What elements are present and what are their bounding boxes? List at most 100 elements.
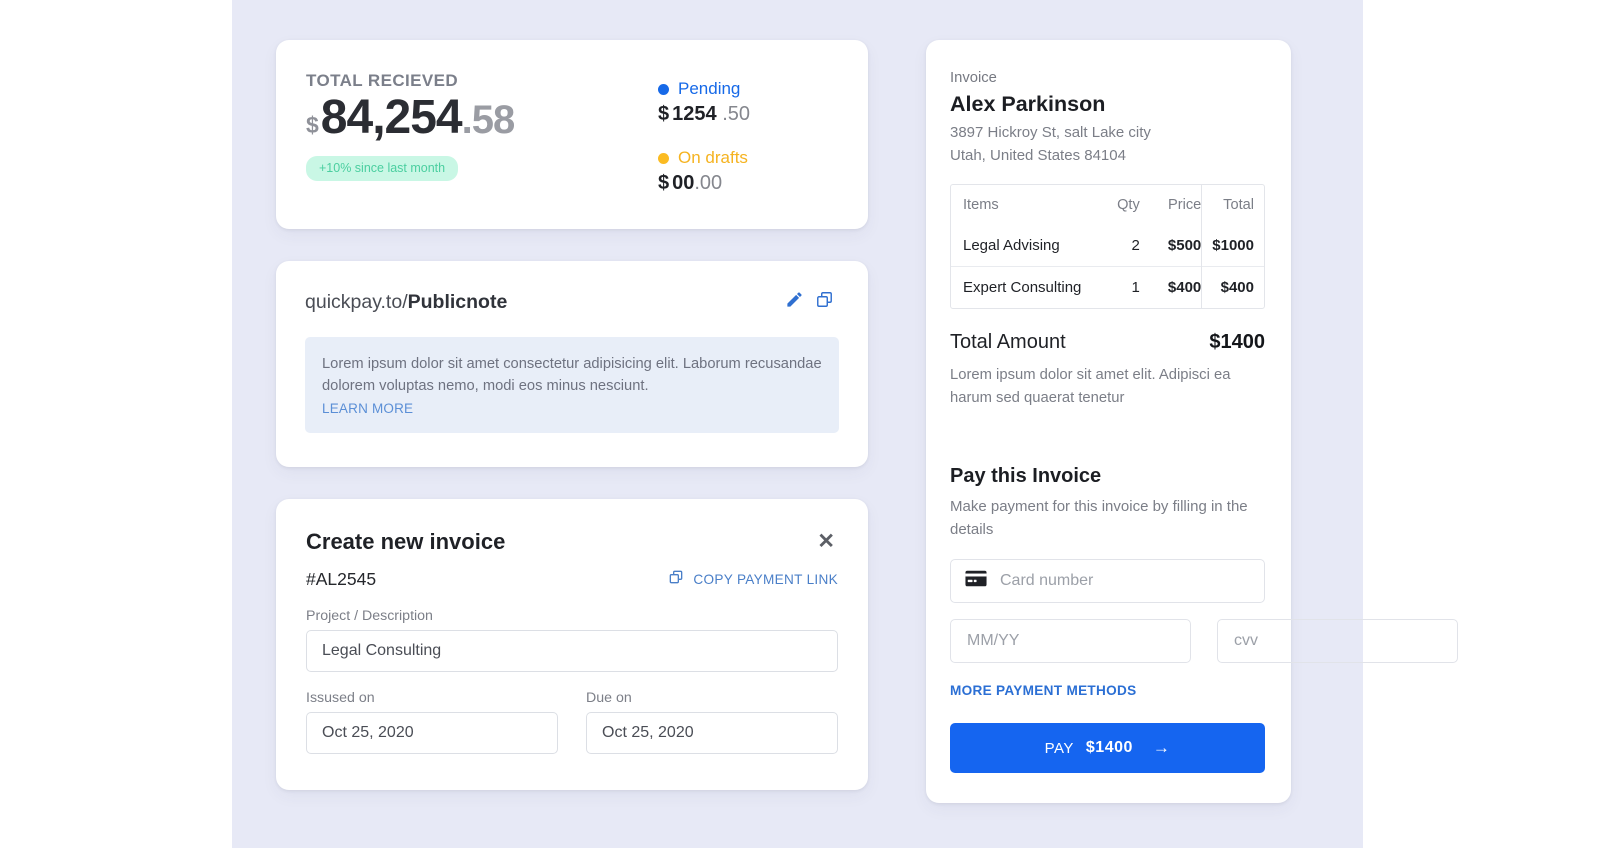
- invoice-number: #AL2545: [306, 569, 668, 590]
- stat-on-drafts: On drafts $00.00: [658, 148, 838, 195]
- invoice-dates-row: Issused on Due on: [306, 672, 838, 754]
- copy-payment-link-button[interactable]: COPY PAYMENT LINK: [668, 569, 838, 590]
- public-note-url: quickpay.to/Publicnote: [305, 291, 779, 314]
- column-header-price: Price: [1140, 185, 1202, 225]
- copy-icon: [668, 569, 684, 590]
- pay-button-label: PAY: [1045, 740, 1074, 757]
- status-stats: Pending $1254 .50 On drafts $00.00: [658, 71, 838, 195]
- invoice-total-label: Total Amount: [950, 331, 1209, 354]
- currency-symbol: $: [306, 112, 319, 139]
- row-item-qty: 1: [1094, 266, 1140, 308]
- stat-drafts-major: 00: [672, 172, 694, 194]
- table-row: Legal Advising 2 $500 $1000: [951, 225, 1264, 267]
- pay-button[interactable]: PAY $1400 →: [950, 723, 1265, 773]
- close-icon[interactable]: ✕: [814, 529, 838, 554]
- create-invoice-card: Create new invoice ✕ #AL2545 COPY PAYMEN…: [276, 499, 868, 790]
- cvv-field[interactable]: [1217, 619, 1458, 663]
- invoice-total-value: $1400: [1209, 331, 1265, 354]
- card-number-input[interactable]: [1000, 572, 1250, 590]
- table-header-row: Items Qty Price Total: [951, 185, 1264, 225]
- copy-note-button[interactable]: [809, 287, 839, 317]
- public-note-body-box: Lorem ipsum dolor sit amet consectetur a…: [305, 337, 839, 433]
- total-received-main: TOTAL RECIEVED $ 84,254 .58 +10% since l…: [306, 71, 658, 195]
- pencil-icon: [785, 290, 804, 314]
- table-row: Expert Consulting 1 $400 $400: [951, 266, 1264, 308]
- invoice-total-row: Total Amount $1400: [950, 331, 1265, 354]
- project-description-label: Project / Description: [306, 608, 838, 624]
- stat-pending-value: $1254 .50: [658, 103, 838, 126]
- due-on-label: Due on: [586, 690, 838, 706]
- total-received-label: TOTAL RECIEVED: [306, 71, 658, 91]
- stat-on-drafts-head: On drafts: [658, 148, 838, 168]
- stat-pending-head: Pending: [658, 79, 838, 99]
- invoice-client-name: Alex Parkinson: [950, 92, 1265, 117]
- cvv-input[interactable]: [1234, 632, 1441, 650]
- row-item-name: Expert Consulting: [951, 266, 1094, 308]
- amount-decimal: .58: [462, 98, 515, 143]
- invoice-total-note: Lorem ipsum dolor sit amet elit. Adipisc…: [950, 364, 1265, 410]
- pending-dot-icon: [658, 84, 669, 95]
- invoice-panel: Invoice Alex Parkinson 3897 Hickroy St, …: [926, 40, 1291, 803]
- due-on-group: Due on: [586, 672, 838, 754]
- expiry-input[interactable]: [967, 632, 1174, 650]
- invoice-address-line2: Utah, United States 84104: [950, 145, 1265, 168]
- row-item-name: Legal Advising: [951, 225, 1094, 267]
- row-item-price: $400: [1140, 266, 1202, 308]
- invoice-items-head: Items Qty Price Total: [951, 185, 1264, 225]
- learn-more-link[interactable]: LEARN MORE: [322, 401, 413, 416]
- invoice-items-body: Legal Advising 2 $500 $1000 Expert Consu…: [951, 225, 1264, 308]
- project-description-input[interactable]: [306, 630, 838, 672]
- right-column: Invoice Alex Parkinson 3897 Hickroy St, …: [926, 40, 1291, 848]
- card-extra-row: [950, 619, 1265, 663]
- page-layout: TOTAL RECIEVED $ 84,254 .58 +10% since l…: [232, 0, 1363, 848]
- left-column: TOTAL RECIEVED $ 84,254 .58 +10% since l…: [276, 40, 868, 848]
- pay-invoice-description: Make payment for this invoice by filling…: [950, 496, 1265, 541]
- pay-button-amount: $1400: [1086, 739, 1133, 757]
- stat-pending-minor: .50: [722, 103, 750, 125]
- due-on-input[interactable]: [586, 712, 838, 754]
- create-invoice-subheader: #AL2545 COPY PAYMENT LINK: [306, 569, 838, 590]
- invoice-items-table: Items Qty Price Total Legal Advising 2 $…: [951, 185, 1264, 308]
- card-number-field[interactable]: [950, 559, 1265, 603]
- pay-invoice-title: Pay this Invoice: [950, 465, 1265, 488]
- row-item-price: $500: [1140, 225, 1202, 267]
- stat-pending-label: Pending: [678, 79, 740, 99]
- invoice-items-table-wrapper: Items Qty Price Total Legal Advising 2 $…: [950, 184, 1265, 309]
- column-header-total: Total: [1202, 185, 1264, 225]
- more-payment-methods-link[interactable]: MORE PAYMENT METHODS: [950, 683, 1137, 698]
- public-note-url-slug: Publicnote: [408, 291, 508, 313]
- copy-icon: [815, 290, 834, 314]
- row-item-qty: 2: [1094, 225, 1140, 267]
- issued-on-label: Issused on: [306, 690, 558, 706]
- stat-on-drafts-label: On drafts: [678, 148, 748, 168]
- stat-on-drafts-value: $00.00: [658, 172, 838, 195]
- issued-on-input[interactable]: [306, 712, 558, 754]
- expiry-field[interactable]: [950, 619, 1191, 663]
- credit-card-icon: [965, 570, 987, 592]
- public-note-card: quickpay.to/Publicnote: [276, 261, 868, 467]
- public-note-header: quickpay.to/Publicnote: [305, 287, 839, 317]
- column-header-items: Items: [951, 185, 1094, 225]
- issued-on-group: Issused on: [306, 672, 558, 754]
- growth-badge: +10% since last month: [306, 156, 458, 181]
- invoice-kicker: Invoice: [950, 70, 1265, 86]
- copy-payment-link-label: COPY PAYMENT LINK: [693, 572, 838, 587]
- row-item-total: $1000: [1202, 225, 1264, 267]
- stat-drafts-currency: $: [658, 172, 669, 194]
- stat-pending-currency: $: [658, 103, 669, 125]
- stat-drafts-minor: .00: [694, 172, 722, 194]
- stat-pending-major: 1254: [672, 103, 717, 125]
- public-note-text: Lorem ipsum dolor sit amet consectetur a…: [322, 353, 822, 398]
- drafts-dot-icon: [658, 153, 669, 164]
- create-invoice-title: Create new invoice: [306, 529, 814, 555]
- edit-note-button[interactable]: [779, 287, 809, 317]
- invoice-address-line1: 3897 Hickroy St, salt Lake city: [950, 122, 1265, 145]
- arrow-right-icon: →: [1153, 738, 1171, 758]
- row-item-total: $400: [1202, 266, 1264, 308]
- amount-integer: 84,254: [321, 93, 462, 143]
- stat-pending: Pending $1254 .50: [658, 79, 838, 126]
- invoice-address: 3897 Hickroy St, salt Lake city Utah, Un…: [950, 122, 1265, 168]
- total-received-card: TOTAL RECIEVED $ 84,254 .58 +10% since l…: [276, 40, 868, 229]
- create-invoice-header: Create new invoice ✕: [306, 529, 838, 555]
- total-received-amount: $ 84,254 .58: [306, 93, 658, 143]
